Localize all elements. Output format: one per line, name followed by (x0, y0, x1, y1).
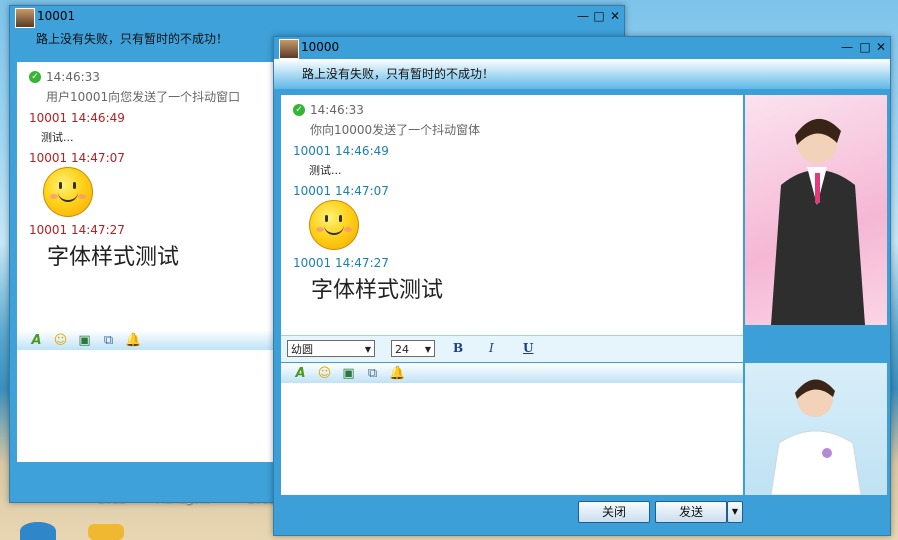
desktop-bird-icon[interactable] (20, 522, 56, 540)
shake-bell-icon[interactable]: 🔔 (125, 333, 141, 348)
desktop-folder-icon[interactable] (88, 524, 124, 540)
check-icon: ✓ (29, 71, 41, 83)
font-size-select[interactable]: 24 ▼ (391, 340, 435, 357)
avatar-icon (279, 39, 299, 59)
send-button[interactable]: 发送 (655, 501, 727, 523)
message-header: 10001 14:47:27 (293, 256, 389, 270)
chevron-down-icon: ▼ (364, 345, 371, 354)
bold-button[interactable]: B (453, 341, 463, 355)
font-style-icon[interactable]: A (29, 333, 44, 348)
window-title: 10000 (301, 40, 340, 54)
font-family-select[interactable]: 幼圆 ▼ (287, 340, 375, 357)
chat-history[interactable]: ✓ 14:46:33 你向10000发送了一个抖动窗体 10001 14:46:… (281, 95, 743, 335)
self-portrait-image (770, 379, 862, 496)
chat-window-10000: 10000 — □ ✕ 路上没有失败，只有暂时的不成功！ ✓ 14:46:33 … (273, 36, 891, 536)
chevron-down-icon: ▼ (731, 507, 739, 516)
font-style-icon[interactable]: A (293, 366, 308, 381)
titlebar[interactable]: 10001 — □ ✕ (10, 6, 624, 28)
send-options-dropdown[interactable]: ▼ (727, 501, 743, 523)
minimize-icon[interactable]: — (840, 40, 854, 54)
maximize-icon[interactable]: □ (858, 40, 872, 54)
emoticon-icon[interactable]: ☺ (53, 333, 68, 348)
maximize-icon[interactable]: □ (592, 9, 606, 23)
system-message: ✓ 14:46:33 (293, 103, 743, 117)
self-avatar-panel (745, 363, 887, 496)
shake-bell-icon[interactable]: 🔔 (389, 366, 405, 381)
contact-portrait-image (771, 118, 865, 325)
message-header: 10001 14:46:49 (293, 144, 389, 158)
message-body: 测试... (309, 164, 342, 177)
smiley-emoticon-icon (309, 200, 359, 250)
motto-text: 路上没有失败，只有暂时的不成功！ (302, 67, 495, 81)
font-toolbar: 幼圆 ▼ 24 ▼ B I U (281, 335, 743, 362)
italic-button[interactable]: I (489, 341, 494, 355)
underline-button[interactable]: U (523, 341, 533, 355)
image-icon[interactable]: ▣ (341, 366, 356, 381)
titlebar[interactable]: 10000 — □ ✕ (274, 37, 890, 59)
minimize-icon[interactable]: — (576, 9, 590, 23)
contact-avatar-panel (745, 95, 887, 325)
check-icon: ✓ (293, 104, 305, 116)
close-icon[interactable]: ✕ (608, 9, 622, 23)
system-text: 你向10000发送了一个抖动窗体 (310, 123, 481, 137)
message-input[interactable] (281, 383, 743, 495)
screenshot-icon[interactable]: ⧉ (101, 333, 116, 348)
smiley-emoticon-icon (43, 167, 93, 217)
message-header: 10001 14:47:07 (293, 184, 389, 198)
chevron-down-icon: ▼ (424, 345, 431, 354)
message-body-styled: 字体样式测试 (311, 278, 444, 303)
window-title: 10001 (37, 9, 76, 23)
close-icon[interactable]: ✕ (874, 40, 888, 54)
avatar-icon (15, 8, 35, 28)
input-toolbar: A ☺ ▣ ⧉ 🔔 (281, 363, 743, 383)
close-button[interactable]: 关闭 (578, 501, 650, 523)
image-icon[interactable]: ▣ (77, 333, 92, 348)
emoticon-icon[interactable]: ☺ (317, 366, 332, 381)
screenshot-icon[interactable]: ⧉ (365, 366, 380, 381)
